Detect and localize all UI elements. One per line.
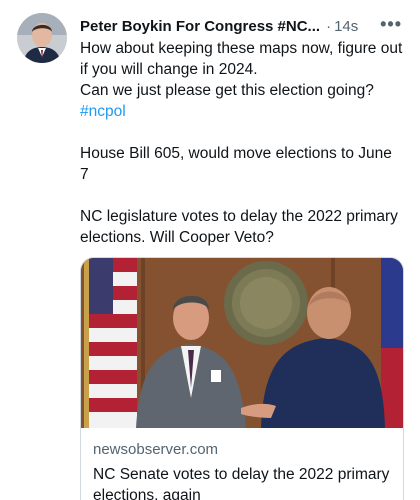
card-domain: newsobserver.com [93,441,219,458]
avatar-image [17,13,67,63]
link-preview-card[interactable]: newsobserver.com NC Senate votes to dela… [80,257,404,500]
tweet-header: Peter Boykin For Congress #NC... · 14s •… [80,15,410,37]
card-title-line: elections, again [93,487,201,500]
tweet-text: How about keeping these maps now, figure… [80,38,410,248]
tweet-text-line: if you will change in 2024. [80,61,258,78]
avatar[interactable] [17,13,67,63]
tweet-text-line: 7 [80,166,89,183]
link-preview-image[interactable] [81,258,403,428]
news-photo [81,258,403,428]
tweet[interactable]: Peter Boykin For Congress #NC... · 14s •… [0,0,420,500]
tweet-text-line: NC legislature votes to delay the 2022 p… [80,208,398,225]
tweet-text-line: elections. Will Cooper Veto? [80,229,274,246]
separator-dot: · [326,17,332,35]
tweet-text-line: How about keeping these maps now, figure… [80,40,403,57]
tweet-text-line: House Bill 605, would move elections to … [80,145,392,162]
more-options-icon[interactable]: ••• [380,15,402,33]
tweet-text-line: Can we just please get this election goi… [80,82,374,99]
card-title[interactable]: NC Senate votes to delay the 2022 primar… [93,464,393,500]
timestamp[interactable]: 14s [334,18,358,35]
card-title-line: NC Senate votes to delay the 2022 primar… [93,466,390,483]
hashtag-link[interactable]: #ncpol [80,101,410,122]
author-name[interactable]: Peter Boykin For Congress #NC... [80,18,320,35]
